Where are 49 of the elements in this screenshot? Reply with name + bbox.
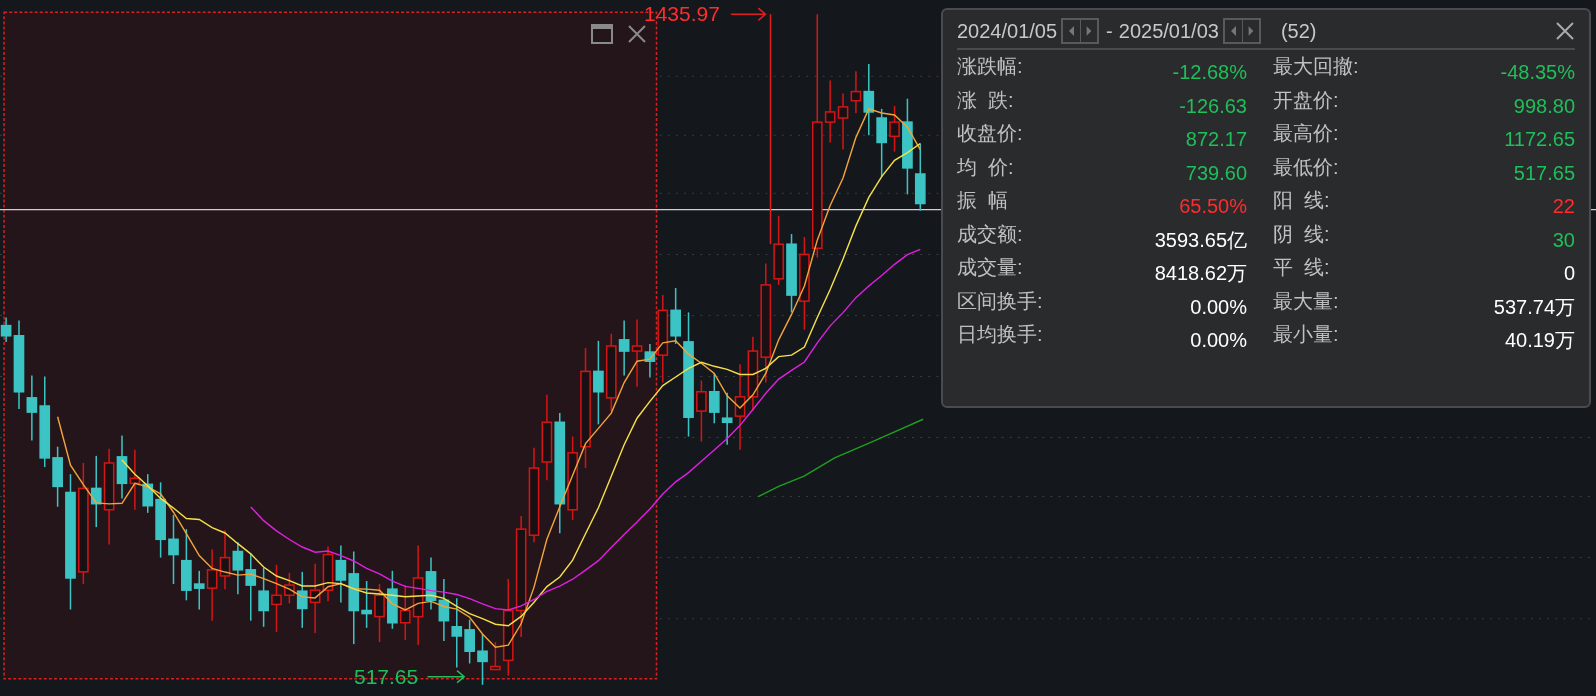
stat-label: 成交额: (957, 221, 1023, 246)
stat-value: -12.68% (1172, 60, 1247, 84)
stat-value: 65.50% (1179, 194, 1247, 218)
stat-label: 最低价: (1273, 154, 1339, 179)
stat-label: 开盘价: (1273, 87, 1339, 112)
stat-label: 区间换手: (957, 288, 1043, 313)
stat-value: 0 (1563, 261, 1575, 285)
stat-label: 日均换手: (957, 322, 1043, 346)
stat-value: 0.00% (1190, 294, 1247, 319)
stat-label: 最高价: (1273, 121, 1339, 145)
stat-value: 998.80 (1513, 93, 1575, 118)
stat-value: -48.35% (1500, 60, 1575, 84)
stat-value: 1172.65 (1504, 127, 1575, 151)
stat-label: 涨 跌: (957, 87, 1014, 112)
pointer-arrow (730, 7, 767, 22)
stat-label: 成交量: (957, 255, 1023, 279)
start-date: 2024/01/05 (957, 19, 1058, 44)
stat-value: 40.19万 (1504, 328, 1575, 352)
stat-label: 最大回撤: (1273, 54, 1359, 78)
stat-label: 振 幅 (957, 188, 1009, 212)
stat-label: 阴 线: (1273, 221, 1330, 246)
selection-close-icon[interactable] (627, 24, 647, 44)
pointer-arrow (426, 669, 466, 684)
stat-value: 517.65 (1513, 160, 1575, 185)
date-stepper[interactable] (1222, 18, 1261, 44)
stat-value: 739.60 (1185, 160, 1247, 185)
stat-label: 收盘价: (957, 121, 1023, 145)
stat-label: 最小量: (1273, 322, 1339, 346)
stat-value: 537.74万 (1493, 294, 1575, 319)
high-price-label: 1435.97 (644, 2, 720, 26)
stat-value: 8418.62万 (1154, 261, 1247, 285)
stat-label: 涨跌幅: (957, 54, 1023, 78)
stat-label: 平 线: (1273, 255, 1330, 279)
stat-label: 最大量: (1273, 288, 1339, 313)
stat-label: 阳 线: (1273, 188, 1330, 212)
stat-label: 均 价: (957, 154, 1014, 179)
stat-value: 22 (1552, 194, 1575, 218)
close-icon[interactable] (1555, 21, 1575, 41)
selection-maximize-icon[interactable] (591, 24, 613, 44)
end-date: 2025/01/03 (1118, 19, 1219, 44)
stat-value: 30 (1552, 227, 1575, 252)
date-separator: - (1106, 19, 1113, 44)
low-price-label: 517.65 (354, 665, 419, 689)
stat-value: 872.17 (1185, 127, 1247, 151)
stat-value: -126.63 (1179, 93, 1247, 118)
date-stepper[interactable] (1061, 18, 1100, 44)
stat-value: 0.00% (1190, 328, 1247, 352)
stat-value: 3593.65亿 (1154, 227, 1247, 252)
day-count: (52) (1280, 19, 1317, 44)
